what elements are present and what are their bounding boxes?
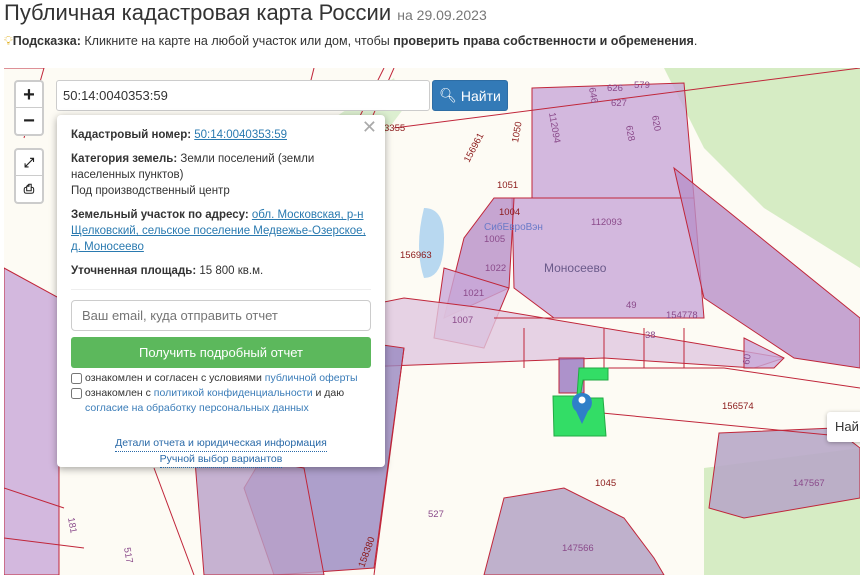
hint-label: Подсказка: xyxy=(12,34,81,48)
parcel-label: 147567 xyxy=(793,478,825,489)
hint-bold: проверить права собственности и обремене… xyxy=(393,34,694,48)
printer-icon: ⎙ xyxy=(23,181,35,196)
print-button[interactable]: ⎙ xyxy=(16,176,42,202)
find-label: Найти xyxy=(460,87,501,104)
hint-text: Кликните на карте на любой участок или д… xyxy=(80,34,394,48)
get-report-button[interactable]: Получить подробный отчет xyxy=(71,337,371,368)
category-row: Категория земель: Земли поселений (земли… xyxy=(71,151,371,199)
area-label: Уточненная площадь: xyxy=(71,265,197,277)
parcel-label: 1021 xyxy=(463,288,484,299)
title-text: Публичная кадастровая карта России xyxy=(4,0,392,25)
find-button[interactable]: 🔍︎ Найти xyxy=(432,80,508,111)
parcel-label: 1022 xyxy=(485,263,506,274)
address-label: Земельный участок по адресу: xyxy=(71,209,249,221)
parcel-label: 527 xyxy=(428,509,444,520)
offer-link[interactable]: публичной оферты xyxy=(265,372,358,384)
offer-checkbox[interactable] xyxy=(71,373,82,384)
privacy-mid: и даю xyxy=(312,387,345,399)
cad-label: Кадастровый номер: xyxy=(71,129,192,141)
offer-text: ознакомлен и согласен с условиями xyxy=(85,372,265,384)
expand-icon: ⤢ xyxy=(23,155,35,170)
date-text: на 29.09.2023 xyxy=(397,7,487,23)
details-link[interactable]: Детали отчета и юридическая информация xyxy=(115,436,327,452)
parcel-label: 60 xyxy=(741,353,754,365)
parcel-label: 38 xyxy=(645,330,656,341)
zoom-control: + − xyxy=(14,80,44,136)
category-label: Категория земель: xyxy=(71,153,178,165)
find-button-secondary[interactable]: Най xyxy=(827,412,860,442)
search-icon: 🔍︎ xyxy=(439,87,457,103)
fullscreen-button[interactable]: ⤢ xyxy=(16,150,42,176)
parcel-label: 147566 xyxy=(562,543,594,554)
zoom-out-button[interactable]: − xyxy=(16,108,42,134)
parcel-label: 627 xyxy=(611,98,627,109)
parcel-label: 154778 xyxy=(666,310,698,321)
cadastral-search-input[interactable] xyxy=(56,80,430,111)
zoom-in-button[interactable]: + xyxy=(16,82,42,108)
parcel-label: 112093 xyxy=(591,217,622,228)
parcel-label: 1051 xyxy=(497,180,518,191)
company-label: СибЕвроВэн xyxy=(484,221,543,233)
lightbulb-icon: 💡︎ xyxy=(4,34,13,48)
privacy-text: ознакомлен с xyxy=(85,387,154,399)
hint: 💡︎Подсказка: Кликните на карте на любой … xyxy=(4,34,697,49)
parcel-label: 1005 xyxy=(484,234,505,245)
parcel-label: 156963 xyxy=(400,250,432,261)
cadastral-map[interactable]: 3355 156961 1050 112094 646 626 627 628 … xyxy=(4,68,860,575)
parcel-label: 1007 xyxy=(452,315,473,326)
place-label: Моносеево xyxy=(544,261,607,275)
parcel-label: 579 xyxy=(634,80,650,91)
address-row: Земельный участок по адресу: обл. Москов… xyxy=(71,207,371,255)
parcel-info-popup: ✕ Кадастровый номер: 50:14:0040353:59 Ка… xyxy=(57,115,385,468)
privacy-checkbox[interactable] xyxy=(71,388,82,399)
tools-control: ⤢ ⎙ xyxy=(14,148,44,204)
offer-consent: ознакомлен и согласен с условиями публич… xyxy=(71,371,371,386)
popup-footer: Детали отчета и юридическая информация Ру… xyxy=(71,436,371,468)
parcel-label: 1004 xyxy=(499,207,520,218)
cad-number-row: Кадастровый номер: 50:14:0040353:59 xyxy=(71,127,371,143)
privacy-link[interactable]: политикой конфиденциальности xyxy=(154,387,313,399)
permitted-use: Под производственный центр xyxy=(71,185,230,197)
area-value: 15 800 кв.м. xyxy=(199,265,264,277)
parcel-label: 156574 xyxy=(722,401,754,412)
privacy-consent: ознакомлен с политикой конфиденциальност… xyxy=(71,386,371,416)
parcel-label: 1045 xyxy=(595,478,616,489)
parcel-label: 626 xyxy=(607,83,623,94)
area-row: Уточненная площадь: 15 800 кв.м. xyxy=(71,263,371,290)
hint-end: . xyxy=(693,34,698,48)
cad-number-link[interactable]: 50:14:0040353:59 xyxy=(194,129,287,141)
email-input[interactable] xyxy=(71,300,371,331)
data-consent-link[interactable]: согласие на обработку персональных данны… xyxy=(85,402,309,414)
page-title: Публичная кадастровая карта России на 29… xyxy=(4,0,487,26)
close-icon[interactable]: ✕ xyxy=(362,118,377,136)
parcel-label: 3355 xyxy=(384,123,405,134)
manual-select-link[interactable]: Ручной выбор вариантов xyxy=(159,452,283,468)
parcel-label: 49 xyxy=(626,300,637,311)
